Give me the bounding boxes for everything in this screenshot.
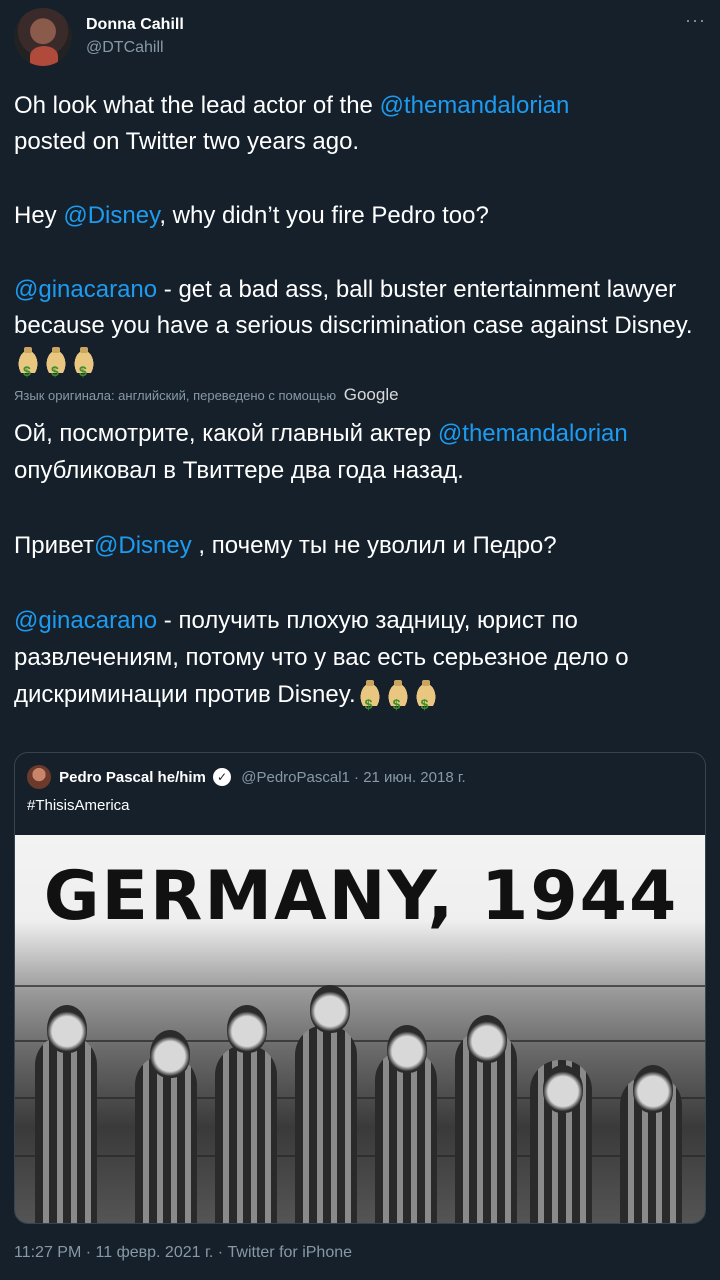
child-figure <box>47 1005 87 1053</box>
child-figure <box>295 1025 357 1223</box>
text-segment: Hey <box>14 202 64 229</box>
quoted-tweet-text: #ThisisAmerica <box>27 797 130 814</box>
mention-link-disney[interactable]: @Disney <box>63 202 159 229</box>
child-figure <box>633 1065 673 1113</box>
barbed-wire <box>15 985 705 987</box>
text-segment: Oh look what the lead actor of the <box>14 92 380 119</box>
money-bag-icon <box>44 347 68 389</box>
money-bag-icon <box>72 347 96 389</box>
text-segment: , почему ты не уволил и Педро? <box>191 532 557 559</box>
tweet-header: Donna Cahill @DTCahill ··· <box>14 8 706 68</box>
barbed-wire <box>15 1155 705 1157</box>
money-bag-icon <box>413 680 438 723</box>
child-figure <box>543 1065 583 1113</box>
author-handle[interactable]: @DTCahill <box>86 39 164 57</box>
tweet-translated-text: Ой, посмотрите, какой главный актер @the… <box>14 415 706 723</box>
child-figure <box>135 1055 197 1223</box>
text-segment: Привет <box>14 532 95 559</box>
child-figure <box>387 1025 427 1073</box>
child-figure <box>227 1005 267 1053</box>
barbed-wire <box>15 1097 705 1099</box>
money-bag-icon <box>385 680 410 723</box>
text-segment: , why didn’t you fire Pedro too? <box>159 202 489 229</box>
quoted-author-name: Pedro Pascal he/him <box>59 768 206 786</box>
text-segment: Ой, посмотрите, какой главный актер <box>14 420 438 447</box>
translated-paragraph-3: @ginacarano - получить плохую задницу, ю… <box>14 602 706 723</box>
google-logo: Google <box>343 385 399 404</box>
barbed-wire <box>15 1040 705 1042</box>
quoted-author-avatar <box>27 765 51 789</box>
tweet-timestamp-source[interactable]: 11:27 PM · 11 февр. 2021 г. · Twitter fo… <box>14 1244 352 1262</box>
mention-link-themandalorian[interactable]: @themandalorian <box>380 92 570 119</box>
child-figure <box>375 1050 437 1223</box>
child-figure <box>310 985 350 1033</box>
mention-link-disney[interactable]: @Disney <box>94 532 192 559</box>
author-avatar[interactable] <box>14 8 72 66</box>
mention-link-themandalorian[interactable]: @themandalorian <box>438 420 628 447</box>
tweet-original-text: Oh look what the lead actor of the @them… <box>14 88 706 389</box>
money-bag-icon <box>357 680 382 723</box>
original-paragraph-2: Hey @Disney, why didn’t you fire Pedro t… <box>14 198 706 234</box>
translated-paragraph-2: Привет@Disney , почему ты не уволил и Пе… <box>14 527 706 564</box>
original-paragraph-1: Oh look what the lead actor of the @them… <box>14 88 706 160</box>
child-figure <box>467 1015 507 1063</box>
translated-paragraph-1: Ой, посмотрите, какой главный актер @the… <box>14 415 706 489</box>
money-bag-icon <box>16 347 40 389</box>
more-options-icon[interactable]: ··· <box>685 10 706 31</box>
translation-notice-text: Язык оригинала: английский, переведено с… <box>14 388 337 403</box>
quoted-author-handle-date: @PedroPascal1 · 21 июн. 2018 г. <box>241 768 466 786</box>
author-name[interactable]: Donna Cahill <box>86 16 184 34</box>
child-figure <box>35 1035 97 1223</box>
mention-link-ginacarano[interactable]: @ginacarano <box>14 607 157 634</box>
verified-badge-icon: ✓ <box>213 768 232 786</box>
original-paragraph-3: @ginacarano - get a bad ass, ball buster… <box>14 272 706 389</box>
translation-notice: Язык оригинала: английский, переведено с… <box>14 385 399 405</box>
child-figure <box>150 1030 190 1078</box>
mention-link-ginacarano[interactable]: @ginacarano <box>14 276 157 303</box>
text-segment: posted on Twitter two years ago. <box>14 128 360 155</box>
quoted-tweet[interactable]: Pedro Pascal he/him ✓ @PedroPascal1 · 21… <box>14 752 706 1224</box>
quoted-tweet-header: Pedro Pascal he/him ✓ @PedroPascal1 · 21… <box>27 765 466 789</box>
text-segment: опубликовал в Твиттере два года назад. <box>14 457 464 484</box>
quoted-tweet-image[interactable]: GERMANY, 1944 <box>15 835 705 1223</box>
tweet: Donna Cahill @DTCahill ··· Oh look what … <box>0 0 720 1280</box>
child-figure <box>215 1045 277 1223</box>
image-caption: GERMANY, 1944 <box>43 857 679 936</box>
